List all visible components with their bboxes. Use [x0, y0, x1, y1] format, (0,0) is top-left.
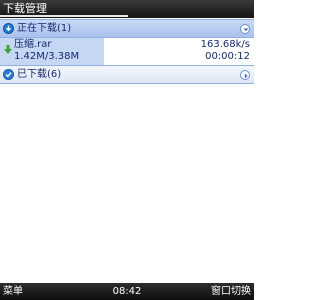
download-arrow-icon [4, 45, 12, 57]
section-header-downloading[interactable]: 正在下载(1) [0, 19, 254, 38]
download-item-row[interactable]: 压缩.rar 1.42M/3.38M 163.68k/s 00:00:12 [0, 38, 254, 65]
item-elapsed-time: 00:00:12 [205, 51, 250, 62]
chevron-right-icon[interactable] [240, 70, 250, 80]
item-speed: 163.68k/s [200, 39, 250, 50]
chevron-down-icon[interactable] [240, 24, 250, 34]
section-label-downloading: 正在下载(1) [17, 23, 72, 34]
menu-softkey[interactable]: 菜单 [3, 283, 23, 300]
section-header-downloaded[interactable]: 已下载(6) [0, 65, 254, 84]
check-icon [3, 69, 14, 80]
item-progress-size: 1.42M/3.38M [14, 51, 80, 62]
title-bar: 下载管理 [0, 0, 254, 18]
item-filename: 压缩.rar [14, 39, 52, 50]
window-title: 下载管理 [3, 2, 47, 15]
section-label-downloaded: 已下载(6) [17, 69, 62, 80]
download-icon [3, 23, 14, 34]
switch-window-softkey[interactable]: 窗口切换 [211, 283, 251, 300]
title-underline [0, 15, 128, 17]
softkey-bar: 08:42 菜单 窗口切换 [0, 283, 254, 300]
